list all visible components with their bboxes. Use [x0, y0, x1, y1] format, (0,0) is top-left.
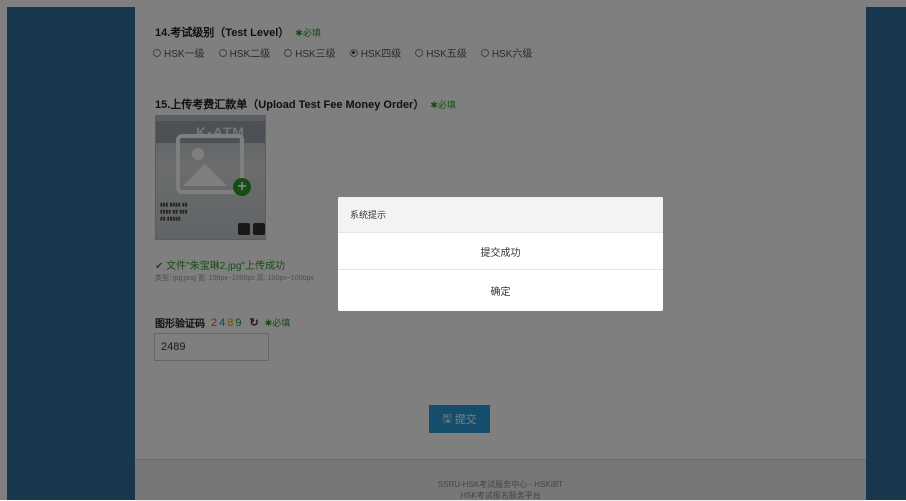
dialog-title: 系统提示	[338, 197, 663, 233]
dialog-message: 提交成功	[338, 233, 663, 270]
confirm-button[interactable]: 确定	[338, 270, 663, 310]
system-alert-dialog: 系统提示 提交成功 确定	[338, 197, 663, 311]
